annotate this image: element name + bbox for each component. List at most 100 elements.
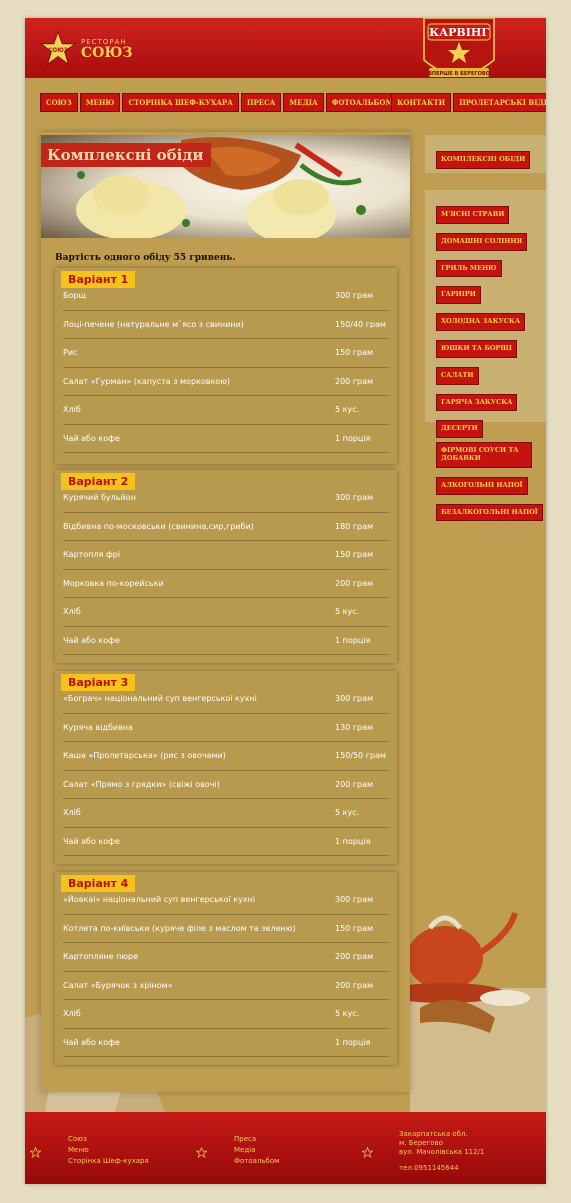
restaurant-logo[interactable]: СОЮЗ РЕСТОРАН СОЮЗ [39,30,132,68]
nav-soyuz[interactable]: СОЮЗ [40,93,78,112]
dish-amount: 300 грам [335,493,374,503]
dish-name: «Бограч» національний суп венгерської ку… [63,694,257,704]
sidebar-item-complex-lunch[interactable]: КОМПЛЕКСНІ ОБІДИ [436,151,531,169]
dish-name: Чай або кофе [63,1037,120,1047]
sidebar-item-wrapper: ДОМАШНІ СОЛІННЯ [436,228,546,255]
dish-amount: 200 грам [335,980,374,990]
star-icon [196,1147,207,1158]
sidebar-item[interactable]: САЛАТИ [436,366,479,385]
dish-name: Картопляне пюре [63,952,139,962]
sidebar-item[interactable]: ХОЛОДНА ЗАКУСКА [436,313,526,331]
dish-amount: 5 кус. [335,607,360,617]
nav-press[interactable]: ПРЕСА [240,93,282,112]
sidebar-item[interactable]: ГРИЛЬ МЕНЮ [436,259,502,278]
karving-badge[interactable]: КАРВІНГ ВПЕРШЕ В БЕРЕГОВО [420,18,498,92]
footer-address: Закарпатська обл. м. Берегово вул. Мачол… [399,1130,484,1157]
footer-links-1: Союз Меню Сторінка Шеф-кухаря [68,1134,149,1167]
footer-link-menu[interactable]: Меню [68,1145,149,1156]
dish-row: Салат «Бурячок з хріном» 200 грам [63,972,389,1000]
dish-row: Куряча відбивна 130 грам [63,714,389,742]
footer-phone: тел.0951145644 [399,1164,459,1172]
sidebar-item-wrapper: ХОЛОДНА ЗАКУСКА [436,308,546,335]
sidebar-item-wrapper: ФІРМОВІ СОУСИ ТА ДОБАВКИ [436,442,546,472]
dish-name: Хліб [63,607,81,617]
dish-name: Морковка по-корейськи [63,578,164,588]
dish-list: Борщ 300 грам Лоці-печене (натуральне м`яс… [63,282,389,453]
nav-contacts[interactable]: КОНТАКТИ [391,93,452,112]
sidebar-item[interactable]: ФІРМОВІ СОУСИ ТА ДОБАВКИ [436,442,532,468]
variant-card: Варіант 1 Борщ 300 грам Лоці-печене (натура… [55,268,397,464]
footer-link-chef[interactable]: Сторінка Шеф-кухаря [68,1156,149,1167]
dish-name: Чай або кофе [63,635,120,645]
dish-row: Хліб 5 кус. [63,1000,389,1029]
sidebar-item[interactable]: БЕЗАЛКОГОЛЬНІ НАПОЇ [436,503,543,522]
sidebar-item[interactable]: ГАРЯЧА ЗАКУСКА [436,393,518,412]
dish-amount: 150/40 грам [335,319,386,329]
address-line: м. Берегово [399,1139,443,1147]
dish-row: Салат «Прямо з грядки» (свіжі овочі) 200 … [63,771,389,799]
main-nav: СОЮЗ МЕНЮ СТОРІНКА ШЕФ-КУХАРА ПРЕСА МЕДІ… [40,93,401,112]
dish-row: Чай або кофе 1 порція [63,1029,389,1057]
dish-amount: 5 кус. [335,808,360,818]
dish-name: Каша «Пролетарська» (рис з овочами) [63,751,226,761]
nav-reviews[interactable]: ПРОЛЕТАРСЬКІ ВІДГУКИ [453,93,546,112]
sidebar-item[interactable]: ЮШКИ ТА БОРЩІ [436,339,517,358]
dish-row: «Бограч» національний суп венгерської ку… [63,685,389,714]
sidebar-item[interactable]: ДЕСЕРТИ [436,420,483,439]
nav-chef-page[interactable]: СТОРІНКА ШЕФ-КУХАРА [122,93,239,112]
sidebar-item[interactable]: ГАРНІРИ [436,286,481,305]
footer-link-photo[interactable]: Фотоальбом [234,1156,279,1167]
sidebar-item[interactable]: АЛКОГОЛЬНІ НАПОЇ [436,476,528,495]
sidebar-item-wrapper: ГАРНІРИ [436,281,546,308]
dish-name: Рис [63,348,78,358]
footer-link-press[interactable]: Преса [234,1134,279,1145]
nav-photo-album[interactable]: ФОТОАЛЬБОМ [325,93,400,112]
sidebar-item-wrapper: ГАРЯЧА ЗАКУСКА [436,389,546,416]
dish-amount: 150/50 грам [335,751,386,761]
hero-banner: Комплексні обіди [41,135,410,238]
price-note: Вартість одного обіду 55 гривень. [55,253,236,263]
nav-menu[interactable]: МЕНЮ [79,93,121,112]
dish-amount: 1 порція [335,635,371,645]
dish-amount: 1 порція [335,836,371,846]
page-frame: СОЮЗ РЕСТОРАН СОЮЗ КАРВІНГ ВПЕРШЕ В БЕРЕ… [25,18,546,1184]
sidebar-item-wrapper: ЮШКИ ТА БОРЩІ [436,335,546,362]
dish-name: Картопля фрі [63,550,121,560]
footer-link-media[interactable]: Медіа [234,1145,279,1156]
sidebar-item[interactable]: ДОМАШНІ СОЛІННЯ [436,232,528,251]
sidebar-item-wrapper: ГРИЛЬ МЕНЮ [436,255,546,282]
dish-name: «Йовкаі» національний суп венгерської ку… [63,895,256,905]
sidebar-current: КОМПЛЕКСНІ ОБІДИ [425,135,546,173]
dish-name: Хліб [63,1009,81,1019]
dish-amount: 200 грам [335,952,374,962]
badge-subtitle: ВПЕРШЕ В БЕРЕГОВО [428,71,490,77]
dish-name: Хліб [63,808,81,818]
dish-amount: 300 грам [335,291,374,301]
sidebar-item-wrapper: ДЕСЕРТИ [436,415,546,442]
nav-media[interactable]: МЕДІА [283,93,324,112]
dish-name: Відбивна по-московськи (свинина,сир,гриб… [63,521,254,531]
dish-row: Відбивна по-московськи (свинина,сир,гриб… [63,513,389,541]
dish-name: Лоці-печене (натуральне м`ясо з свинини) [63,319,244,329]
dish-amount: 1 порція [335,433,371,443]
dish-row: «Йовкаі» національний суп венгерської ку… [63,886,389,915]
dish-list: «Йовкаі» національний суп венгерської ку… [63,886,389,1057]
star-icon [30,1147,41,1158]
variant-card: Варіант 2 Курячий бульйон 300 грам Відбивна… [55,470,397,663]
address-line: Закарпатська обл. [399,1130,468,1138]
sidebar-item-wrapper: М'ЯСНІ СТРАВИ [436,201,546,228]
footer-link-soyuz[interactable]: Союз [68,1134,149,1145]
logo-big-text: СОЮЗ [81,44,133,61]
dish-row: Морковка по-корейськи 200 грам [63,570,389,598]
sidebar-item[interactable]: М'ЯСНІ СТРАВИ [436,206,510,224]
dish-row: Картопляне пюре 200 грам [63,943,389,972]
dish-list: Курячий бульйон 300 грам Відбивна по-моско… [63,484,389,655]
dish-name: Салат «Прямо з грядки» (свіжі овочі) [63,779,220,789]
dish-name: Борщ [63,291,86,301]
star-logo-icon: СОЮЗ [39,30,77,66]
dish-row: Салат «Гурман» (капуста з морковкою) 200 … [63,368,389,396]
variant-card: Варіант 3 «Бограч» національний суп венге… [55,671,397,864]
dish-amount: 200 грам [335,376,374,386]
footer-links-2: Преса Медіа Фотоальбом [234,1134,279,1167]
dish-name: Котлета по-київськи (куряче філе з масло… [63,923,296,933]
